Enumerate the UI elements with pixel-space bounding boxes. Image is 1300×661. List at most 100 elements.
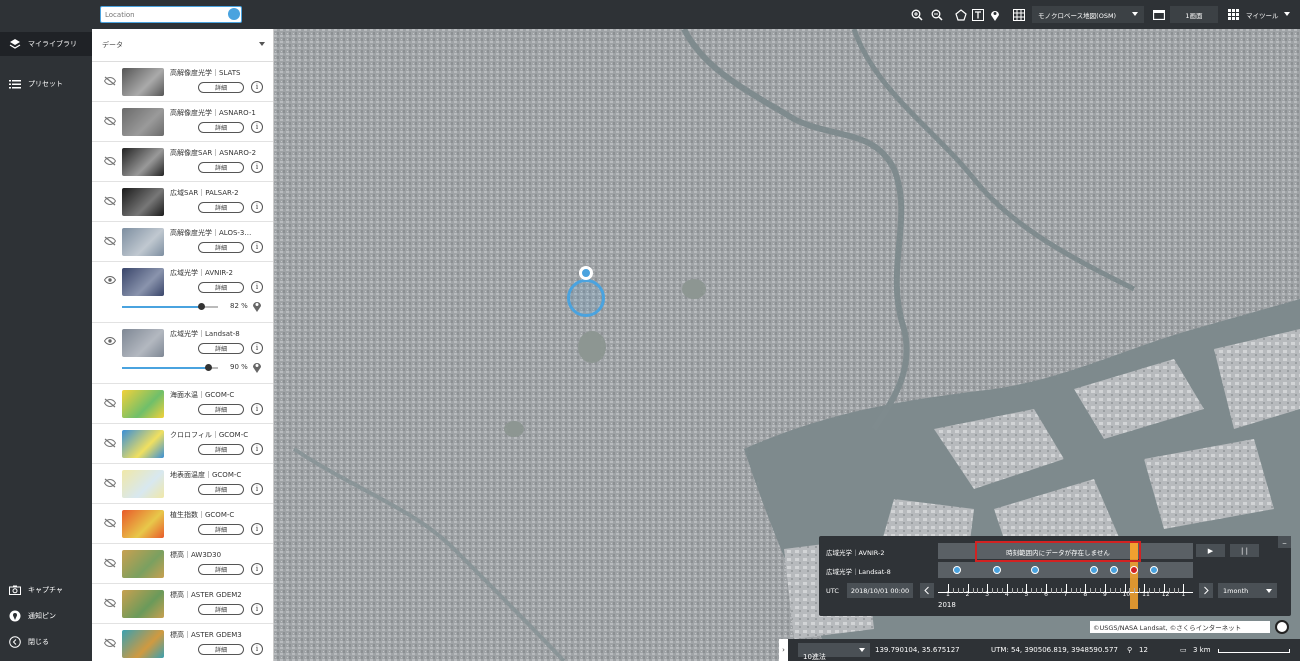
layer-row[interactable]: 高解像度光学｜ALOS-3… 詳細 i xyxy=(92,222,273,262)
detail-button[interactable]: 詳細 xyxy=(198,122,244,133)
info-icon[interactable]: i xyxy=(251,403,263,415)
nav-my-library[interactable]: マイライブラリ xyxy=(0,32,92,56)
location-pin-icon[interactable] xyxy=(252,361,262,373)
opacity-slider[interactable] xyxy=(122,303,218,310)
info-icon[interactable]: i xyxy=(251,81,263,93)
location-search-input[interactable] xyxy=(100,6,242,23)
layer-row[interactable]: クロロフィル｜GCOM-C 詳細 i xyxy=(92,424,273,464)
opacity-slider[interactable] xyxy=(122,364,218,371)
detail-button[interactable]: 詳細 xyxy=(198,162,244,173)
layer-row[interactable]: 海面水温｜GCOM-C 詳細 i xyxy=(92,384,273,424)
prev-button[interactable] xyxy=(920,583,934,598)
grid-icon[interactable] xyxy=(1012,6,1026,23)
eye-off-icon[interactable] xyxy=(104,518,116,528)
interval-select[interactable]: 1month xyxy=(1218,583,1277,598)
expand-arrow-icon[interactable]: › xyxy=(779,639,788,661)
compass-icon[interactable] xyxy=(1275,620,1289,634)
info-icon[interactable]: i xyxy=(251,121,263,133)
eye-off-icon[interactable] xyxy=(104,156,116,166)
screen-icon[interactable] xyxy=(1152,6,1166,23)
layer-row[interactable]: 広域光学｜Landsat-8 詳細 i 90 % xyxy=(92,323,273,384)
layer-row[interactable]: 高解像度光学｜SLATS 詳細 i xyxy=(92,62,273,102)
eye-off-icon[interactable] xyxy=(104,478,116,488)
data-point[interactable] xyxy=(993,566,1001,574)
slider-handle[interactable] xyxy=(197,303,205,310)
detail-button[interactable]: 詳細 xyxy=(198,564,244,575)
info-icon[interactable]: i xyxy=(251,161,263,173)
data-point[interactable] xyxy=(1150,566,1158,574)
eye-off-icon[interactable] xyxy=(104,558,116,568)
screen-select[interactable]: 1画面 xyxy=(1170,6,1218,23)
info-icon[interactable]: i xyxy=(251,523,263,535)
data-point-selected[interactable] xyxy=(1130,566,1138,574)
pause-button[interactable]: | | xyxy=(1230,544,1259,557)
eye-off-icon[interactable] xyxy=(104,116,116,126)
data-point[interactable] xyxy=(1110,566,1118,574)
search-icon[interactable] xyxy=(228,8,240,20)
eye-icon[interactable] xyxy=(104,337,116,347)
detail-button[interactable]: 詳細 xyxy=(198,524,244,535)
apps-grid-icon[interactable] xyxy=(1226,6,1240,23)
eye-off-icon[interactable] xyxy=(104,638,116,648)
info-icon[interactable]: i xyxy=(251,241,263,253)
info-icon[interactable]: i xyxy=(251,443,263,455)
eye-icon[interactable] xyxy=(104,276,116,286)
layer-row[interactable]: 広域SAR｜PALSAR-2 詳細 i xyxy=(92,182,273,222)
datetime-field[interactable]: 2018/10/01 00:00 xyxy=(847,583,913,598)
data-point[interactable] xyxy=(1031,566,1039,574)
panel-header[interactable]: データ xyxy=(92,29,273,62)
detail-button[interactable]: 詳細 xyxy=(198,282,244,293)
eye-off-icon[interactable] xyxy=(104,76,116,86)
info-icon[interactable]: i xyxy=(251,643,263,655)
detail-button[interactable]: 詳細 xyxy=(198,82,244,93)
eye-off-icon[interactable] xyxy=(104,196,116,206)
detail-button[interactable]: 詳細 xyxy=(198,202,244,213)
next-button[interactable] xyxy=(1199,583,1213,598)
info-icon[interactable]: i xyxy=(251,483,263,495)
zoom-out-icon[interactable] xyxy=(930,6,944,23)
location-pin-icon[interactable] xyxy=(252,300,262,312)
marker-icon[interactable] xyxy=(988,6,1002,23)
slider-handle[interactable] xyxy=(205,364,213,371)
info-icon[interactable]: i xyxy=(251,563,263,575)
nav-notify-pin[interactable]: 通知ピン xyxy=(0,604,92,628)
detail-button[interactable]: 詳細 xyxy=(198,484,244,495)
text-tool-icon[interactable] xyxy=(971,6,985,23)
nav-close[interactable]: 閉じる xyxy=(0,630,92,654)
eye-off-icon[interactable] xyxy=(104,236,116,246)
eye-off-icon[interactable] xyxy=(104,438,116,448)
info-icon[interactable]: i xyxy=(251,281,263,293)
detail-button[interactable]: 詳細 xyxy=(198,404,244,415)
layer-row[interactable]: 標高｜ASTER GDEM2 詳細 i xyxy=(92,584,273,624)
layer-row[interactable]: 高解像度光学｜ASNARO-1 詳細 i xyxy=(92,102,273,142)
nav-capture[interactable]: キャプチャ xyxy=(0,578,92,602)
coord-format-select[interactable]: 10進法 xyxy=(798,643,870,661)
detail-button[interactable]: 詳細 xyxy=(198,343,244,354)
polygon-icon[interactable] xyxy=(954,6,968,23)
layer-row[interactable]: 標高｜ASTER GDEM3 詳細 i xyxy=(92,624,273,661)
layer-row[interactable]: 標高｜AW3D30 詳細 i xyxy=(92,544,273,584)
layer-row[interactable]: 高解像度SAR｜ASNARO-2 詳細 i xyxy=(92,142,273,182)
info-icon[interactable]: i xyxy=(251,201,263,213)
detail-button[interactable]: 詳細 xyxy=(198,604,244,615)
data-point[interactable] xyxy=(953,566,961,574)
detail-button[interactable]: 詳細 xyxy=(198,242,244,253)
zoom-in-icon[interactable] xyxy=(910,6,924,23)
eye-off-icon[interactable] xyxy=(104,598,116,608)
detail-button[interactable]: 詳細 xyxy=(198,444,244,455)
minimize-button[interactable]: _ xyxy=(1278,536,1291,548)
layer-row[interactable]: 広域光学｜AVNIR-2 詳細 i 82 % xyxy=(92,262,273,323)
eye-off-icon[interactable] xyxy=(104,398,116,408)
info-icon[interactable]: i xyxy=(251,603,263,615)
nav-presets[interactable]: プリセット xyxy=(0,72,92,96)
basemap-select[interactable]: モノクロベース地図(OSM) xyxy=(1032,6,1144,23)
data-point[interactable] xyxy=(1090,566,1098,574)
location-marker[interactable] xyxy=(567,279,605,317)
detail-button[interactable]: 詳細 xyxy=(198,644,244,655)
info-icon[interactable]: i xyxy=(251,342,263,354)
mytools-menu[interactable]: マイツール xyxy=(1240,6,1292,23)
map-pin-icon[interactable] xyxy=(579,266,593,280)
layer-row[interactable]: 植生指数｜GCOM-C 詳細 i xyxy=(92,504,273,544)
layer-row[interactable]: 地表面温度｜GCOM-C 詳細 i xyxy=(92,464,273,504)
play-button[interactable]: ▶ xyxy=(1196,544,1225,557)
